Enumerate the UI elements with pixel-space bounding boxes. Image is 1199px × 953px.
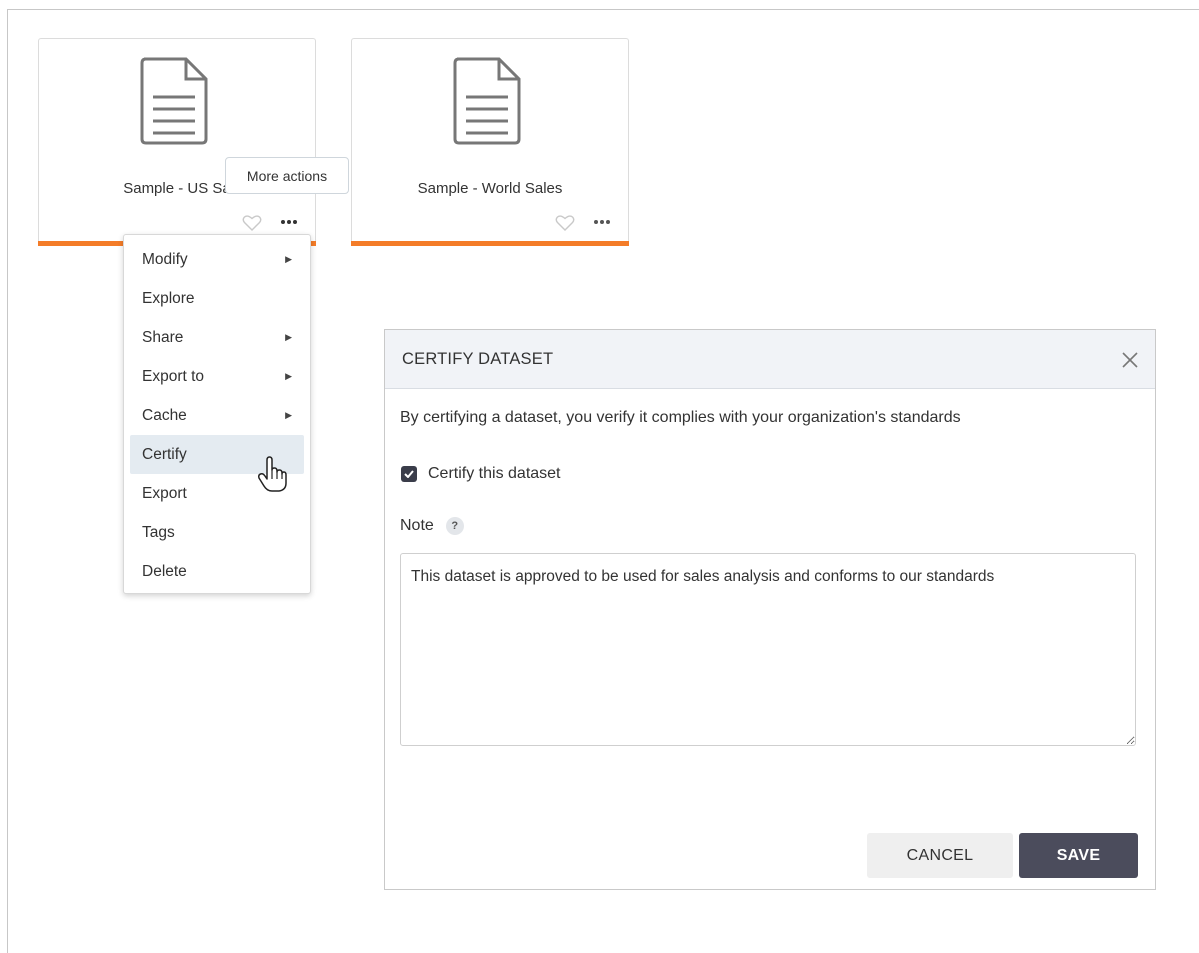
menu-item-label: Modify (142, 251, 188, 268)
heart-icon[interactable] (242, 214, 262, 232)
menu-item-label: Export to (142, 368, 205, 385)
heart-icon[interactable] (555, 214, 575, 232)
dialog-header: CERTIFY DATASET (385, 330, 1155, 389)
menu-item-label: Tags (142, 524, 175, 541)
cancel-button[interactable]: CANCEL (867, 833, 1013, 878)
menu-item-modify[interactable]: Modify ▶ (130, 240, 304, 279)
menu-item-label: Export (142, 485, 187, 502)
save-button[interactable]: SAVE (1019, 833, 1138, 878)
help-icon[interactable]: ? (445, 517, 464, 535)
menu-item-cache[interactable]: Cache ▶ (130, 396, 304, 435)
menu-item-share[interactable]: Share ▶ (130, 318, 304, 357)
close-icon[interactable] (1121, 351, 1139, 369)
submenu-arrow-icon: ▶ (285, 371, 292, 381)
note-textarea[interactable]: This dataset is approved to be used for … (400, 553, 1136, 746)
more-actions-tooltip: More actions (225, 157, 349, 194)
menu-item-tags[interactable]: Tags (130, 513, 304, 552)
submenu-arrow-icon: ▶ (285, 254, 292, 264)
card-accent-bar (351, 241, 629, 246)
menu-item-label: Cache (142, 407, 187, 424)
context-menu: Modify ▶ Explore Share ▶ Export to ▶ Cac… (123, 234, 311, 594)
certify-dataset-dialog: CERTIFY DATASET By certifying a dataset,… (384, 329, 1156, 890)
certify-checkbox-label: Certify this dataset (428, 465, 561, 482)
certify-checkbox-row[interactable]: Certify this dataset (401, 464, 561, 484)
document-icon (453, 57, 521, 145)
menu-item-label: Certify (142, 446, 187, 463)
dialog-description: By certifying a dataset, you verify it c… (400, 409, 961, 426)
certify-checkbox[interactable] (401, 466, 417, 482)
dialog-title: CERTIFY DATASET (402, 350, 554, 368)
menu-item-label: Share (142, 329, 184, 346)
document-icon (140, 57, 208, 145)
note-label-row: Note ? (400, 517, 464, 535)
menu-item-export-to[interactable]: Export to ▶ (130, 357, 304, 396)
menu-item-delete[interactable]: Delete (130, 552, 304, 591)
menu-item-explore[interactable]: Explore (130, 279, 304, 318)
note-label: Note (400, 517, 434, 534)
more-actions-icon[interactable] (591, 215, 613, 229)
dataset-card[interactable]: Sample - World Sales (351, 38, 629, 246)
more-actions-icon[interactable] (278, 215, 300, 229)
menu-item-label: Delete (142, 563, 187, 580)
submenu-arrow-icon: ▶ (285, 410, 292, 420)
card-title: Sample - World Sales (417, 180, 563, 197)
submenu-arrow-icon: ▶ (285, 332, 292, 342)
dataset-card[interactable]: Sample - US Sa (38, 38, 316, 246)
hand-pointer-icon (257, 456, 287, 492)
menu-item-label: Explore (142, 290, 195, 307)
checkmark-icon (404, 470, 414, 478)
